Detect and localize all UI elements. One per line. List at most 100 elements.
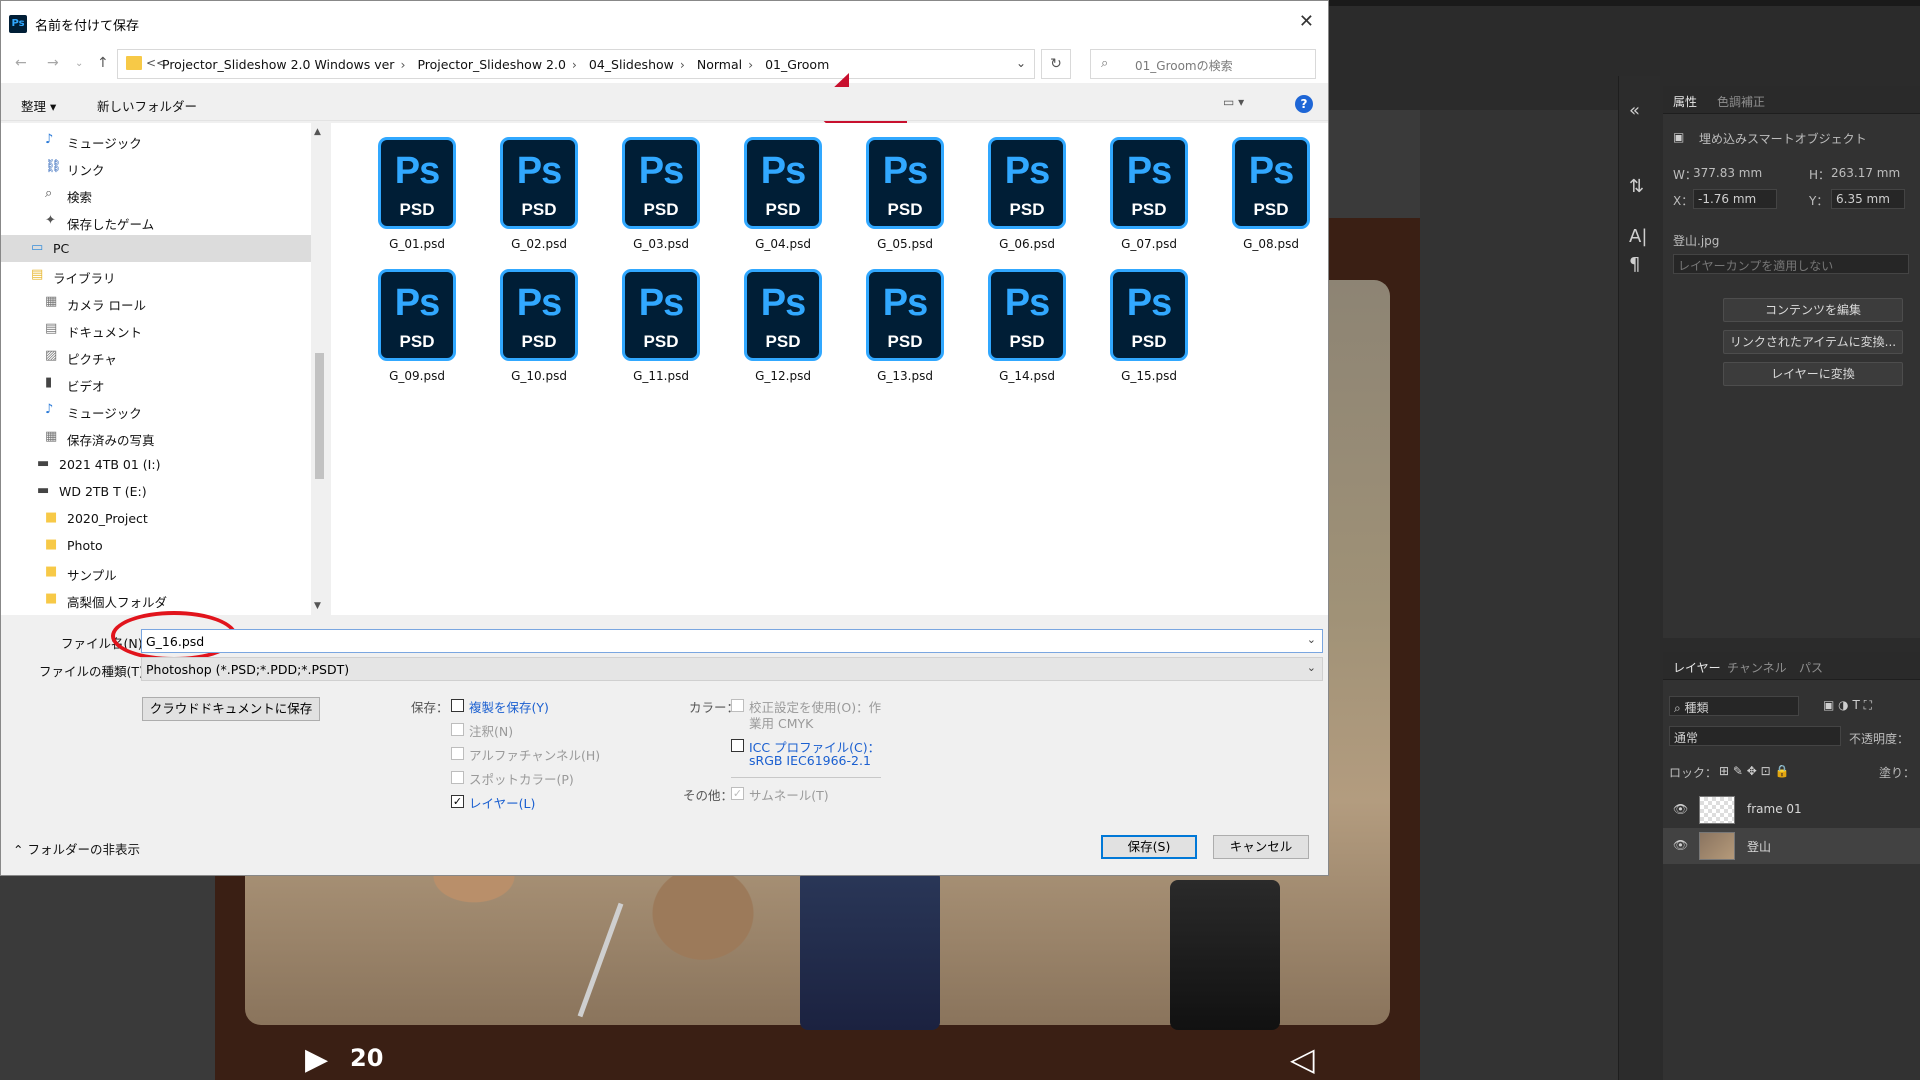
w-value[interactable]: 377.83 mm [1693, 166, 1762, 180]
tab-properties[interactable]: 属性 [1673, 93, 1697, 110]
y-field[interactable]: 6.35 mm [1831, 189, 1905, 209]
sidebar-item[interactable]: ■ 高梨個人フォルダ [1, 586, 311, 613]
forward-arrow-icon[interactable]: → [47, 55, 59, 71]
sidebar-item[interactable]: ▦ 保存済みの写真 [1, 424, 311, 451]
tab-adjustments[interactable]: 色調補正 [1717, 93, 1765, 110]
lock-icons[interactable]: ⊞ ✎ ✥ ⊡ 🔒 [1719, 764, 1789, 778]
help-icon[interactable]: ? [1295, 95, 1313, 113]
view-options-icon[interactable]: ▭ ▾ [1223, 95, 1244, 109]
back-arrow-icon[interactable]: ← [15, 55, 27, 71]
sidebar-item[interactable]: ▮ ビデオ [1, 370, 311, 397]
game-icon: ✦ [45, 213, 56, 228]
file-item[interactable]: Ps PSD G_12.psd [727, 261, 827, 383]
chevron-right-icon[interactable]: › [400, 57, 405, 72]
file-item[interactable]: Ps PSD G_10.psd [483, 261, 583, 383]
sidebar-item[interactable]: ■ サンプル [1, 559, 311, 586]
file-item[interactable]: Ps PSD G_13.psd [849, 261, 949, 383]
save-to-cloud-button[interactable]: クラウドドキュメントに保存 [142, 697, 320, 721]
file-item[interactable]: Ps PSD G_03.psd [605, 129, 705, 251]
properties-panel-icon[interactable]: ⇅ [1629, 176, 1644, 197]
layer-row-mountain[interactable]: 👁 登山 [1663, 828, 1920, 864]
visibility-eye-icon[interactable]: 👁 [1673, 802, 1688, 816]
save-copy-label[interactable]: 複製を保存(Y) [469, 697, 549, 716]
file-item[interactable]: Ps PSD G_15.psd [1093, 261, 1193, 383]
file-item[interactable]: Ps PSD G_02.psd [483, 129, 583, 251]
filename-field[interactable]: G_16.psd ⌄ [141, 629, 1323, 653]
sidebar-item[interactable]: ▦ カメラ ロール [1, 289, 311, 316]
file-item[interactable]: Ps PSD G_14.psd [971, 261, 1071, 383]
scroll-up-icon[interactable]: ▲ [314, 127, 321, 137]
sidebar-item[interactable]: ⛓ リンク [1, 154, 311, 181]
psd-icon-text: Ps [1248, 150, 1294, 192]
character-panel-icon[interactable]: A| [1629, 226, 1647, 247]
breadcrumb-item[interactable]: Projector_Slideshow 2.0 [417, 57, 565, 72]
breadcrumb-item[interactable]: 04_Slideshow [589, 57, 674, 72]
breadcrumb-item[interactable]: Normal [697, 57, 742, 72]
file-item[interactable]: Ps PSD G_05.psd [849, 129, 949, 251]
chevron-down-icon[interactable]: ⌄ [1307, 633, 1316, 646]
chevron-down-icon[interactable]: ⌄ [1307, 661, 1316, 674]
collapse-icon[interactable]: « [1629, 100, 1640, 121]
layer-comp-select[interactable]: レイヤーカンプを適用しない [1673, 254, 1909, 274]
blend-mode-select[interactable]: 通常 [1669, 726, 1841, 746]
breadcrumb-item[interactable]: Projector_Slideshow 2.0 Windows ver [162, 57, 394, 72]
scroll-down-icon[interactable]: ▼ [314, 601, 321, 611]
file-item[interactable]: Ps PSD G_04.psd [727, 129, 827, 251]
sidebar-item[interactable]: ✦ 保存したゲーム [1, 208, 311, 235]
up-arrow-icon[interactable]: ↑ [97, 55, 109, 71]
layers-label[interactable]: レイヤー(L) [469, 793, 535, 812]
chevron-right-icon[interactable]: › [748, 57, 753, 72]
filter-icons[interactable]: ▣ ◑ T ⛶ [1823, 698, 1872, 713]
save-copy-checkbox[interactable] [451, 699, 464, 712]
file-item[interactable]: Ps PSD G_11.psd [605, 261, 705, 383]
save-button[interactable]: 保存(S) [1101, 835, 1197, 859]
icc-profile-checkbox[interactable] [731, 739, 744, 752]
file-item[interactable]: Ps PSD G_06.psd [971, 129, 1071, 251]
sidebar-item[interactable]: ▤ ドキュメント [1, 316, 311, 343]
layer-filter-select[interactable]: ⌕ 種類 [1669, 696, 1799, 716]
file-item[interactable]: Ps PSD G_08.psd [1215, 129, 1315, 251]
filetype-select[interactable]: Photoshop (*.PSD;*.PDD;*.PSDT) ⌄ [141, 657, 1323, 681]
convert-layers-button[interactable]: レイヤーに変換 [1723, 362, 1903, 386]
sidebar-item[interactable]: ▭ PC [1, 235, 311, 262]
file-item[interactable]: Ps PSD G_07.psd [1093, 129, 1193, 251]
close-icon[interactable]: ✕ [1299, 11, 1314, 32]
search-input[interactable]: ⌕ 01_Groomの検索 [1090, 49, 1316, 79]
refresh-icon[interactable]: ↻ [1041, 49, 1071, 79]
sidebar-item[interactable]: ▨ ピクチャ [1, 343, 311, 370]
tab-layers[interactable]: レイヤー [1673, 659, 1721, 676]
sidebar-item[interactable]: ⌕ 検索 [1, 181, 311, 208]
sidebar-item[interactable]: ▬ WD 2TB T (E:) [1, 478, 311, 505]
breadcrumb-item-current[interactable]: 01_Groom [765, 57, 829, 72]
sidebar-item[interactable]: ■ Photo [1, 532, 311, 559]
sidebar-item[interactable]: ▬ 2021 4TB 01 (I:) [1, 451, 311, 478]
new-folder-button[interactable]: 新しいフォルダー [97, 96, 197, 115]
paragraph-panel-icon[interactable]: ¶ [1629, 254, 1640, 275]
sidebar-item[interactable]: ▤ ライブラリ [1, 262, 311, 289]
recent-dropdown-icon[interactable]: ⌄ [75, 58, 83, 69]
sidebar-item[interactable]: ■ 2020_Project [1, 505, 311, 532]
sidebar-item[interactable]: ♪ ミュージック [1, 127, 311, 154]
h-value[interactable]: 263.17 mm [1831, 166, 1900, 180]
cancel-button[interactable]: キャンセル [1213, 835, 1309, 859]
file-item[interactable]: Ps PSD G_01.psd [361, 129, 461, 251]
scroll-thumb[interactable] [315, 353, 324, 479]
file-item[interactable]: Ps PSD G_09.psd [361, 261, 461, 383]
layers-checkbox[interactable]: ✓ [451, 795, 464, 808]
chevron-right-icon[interactable]: › [680, 57, 685, 72]
hide-folders-toggle[interactable]: ⌃ フォルダーの非表示 [13, 839, 140, 858]
visibility-eye-icon[interactable]: 👁 [1673, 838, 1688, 852]
tab-channels[interactable]: チャンネル [1727, 659, 1787, 676]
chevron-right-icon[interactable]: › [572, 57, 577, 72]
x-field[interactable]: -1.76 mm [1693, 189, 1777, 209]
nav-scrollbar[interactable]: ▲ ▼ [311, 123, 327, 615]
edit-contents-button[interactable]: コンテンツを編集 [1723, 298, 1903, 322]
layer-row-frame[interactable]: 👁 frame 01 [1663, 792, 1920, 828]
psd-icon-text: Ps [516, 150, 562, 192]
sidebar-item[interactable]: ♪ ミュージック [1, 397, 311, 424]
tab-paths[interactable]: パス [1799, 659, 1823, 676]
organize-button[interactable]: 整理 ▾ [21, 96, 56, 115]
convert-linked-button[interactable]: リンクされたアイテムに変換... [1723, 330, 1903, 354]
chevron-down-icon[interactable]: ⌄ [1016, 56, 1026, 70]
icc-profile-label-2[interactable]: sRGB IEC61966-2.1 [749, 753, 871, 768]
